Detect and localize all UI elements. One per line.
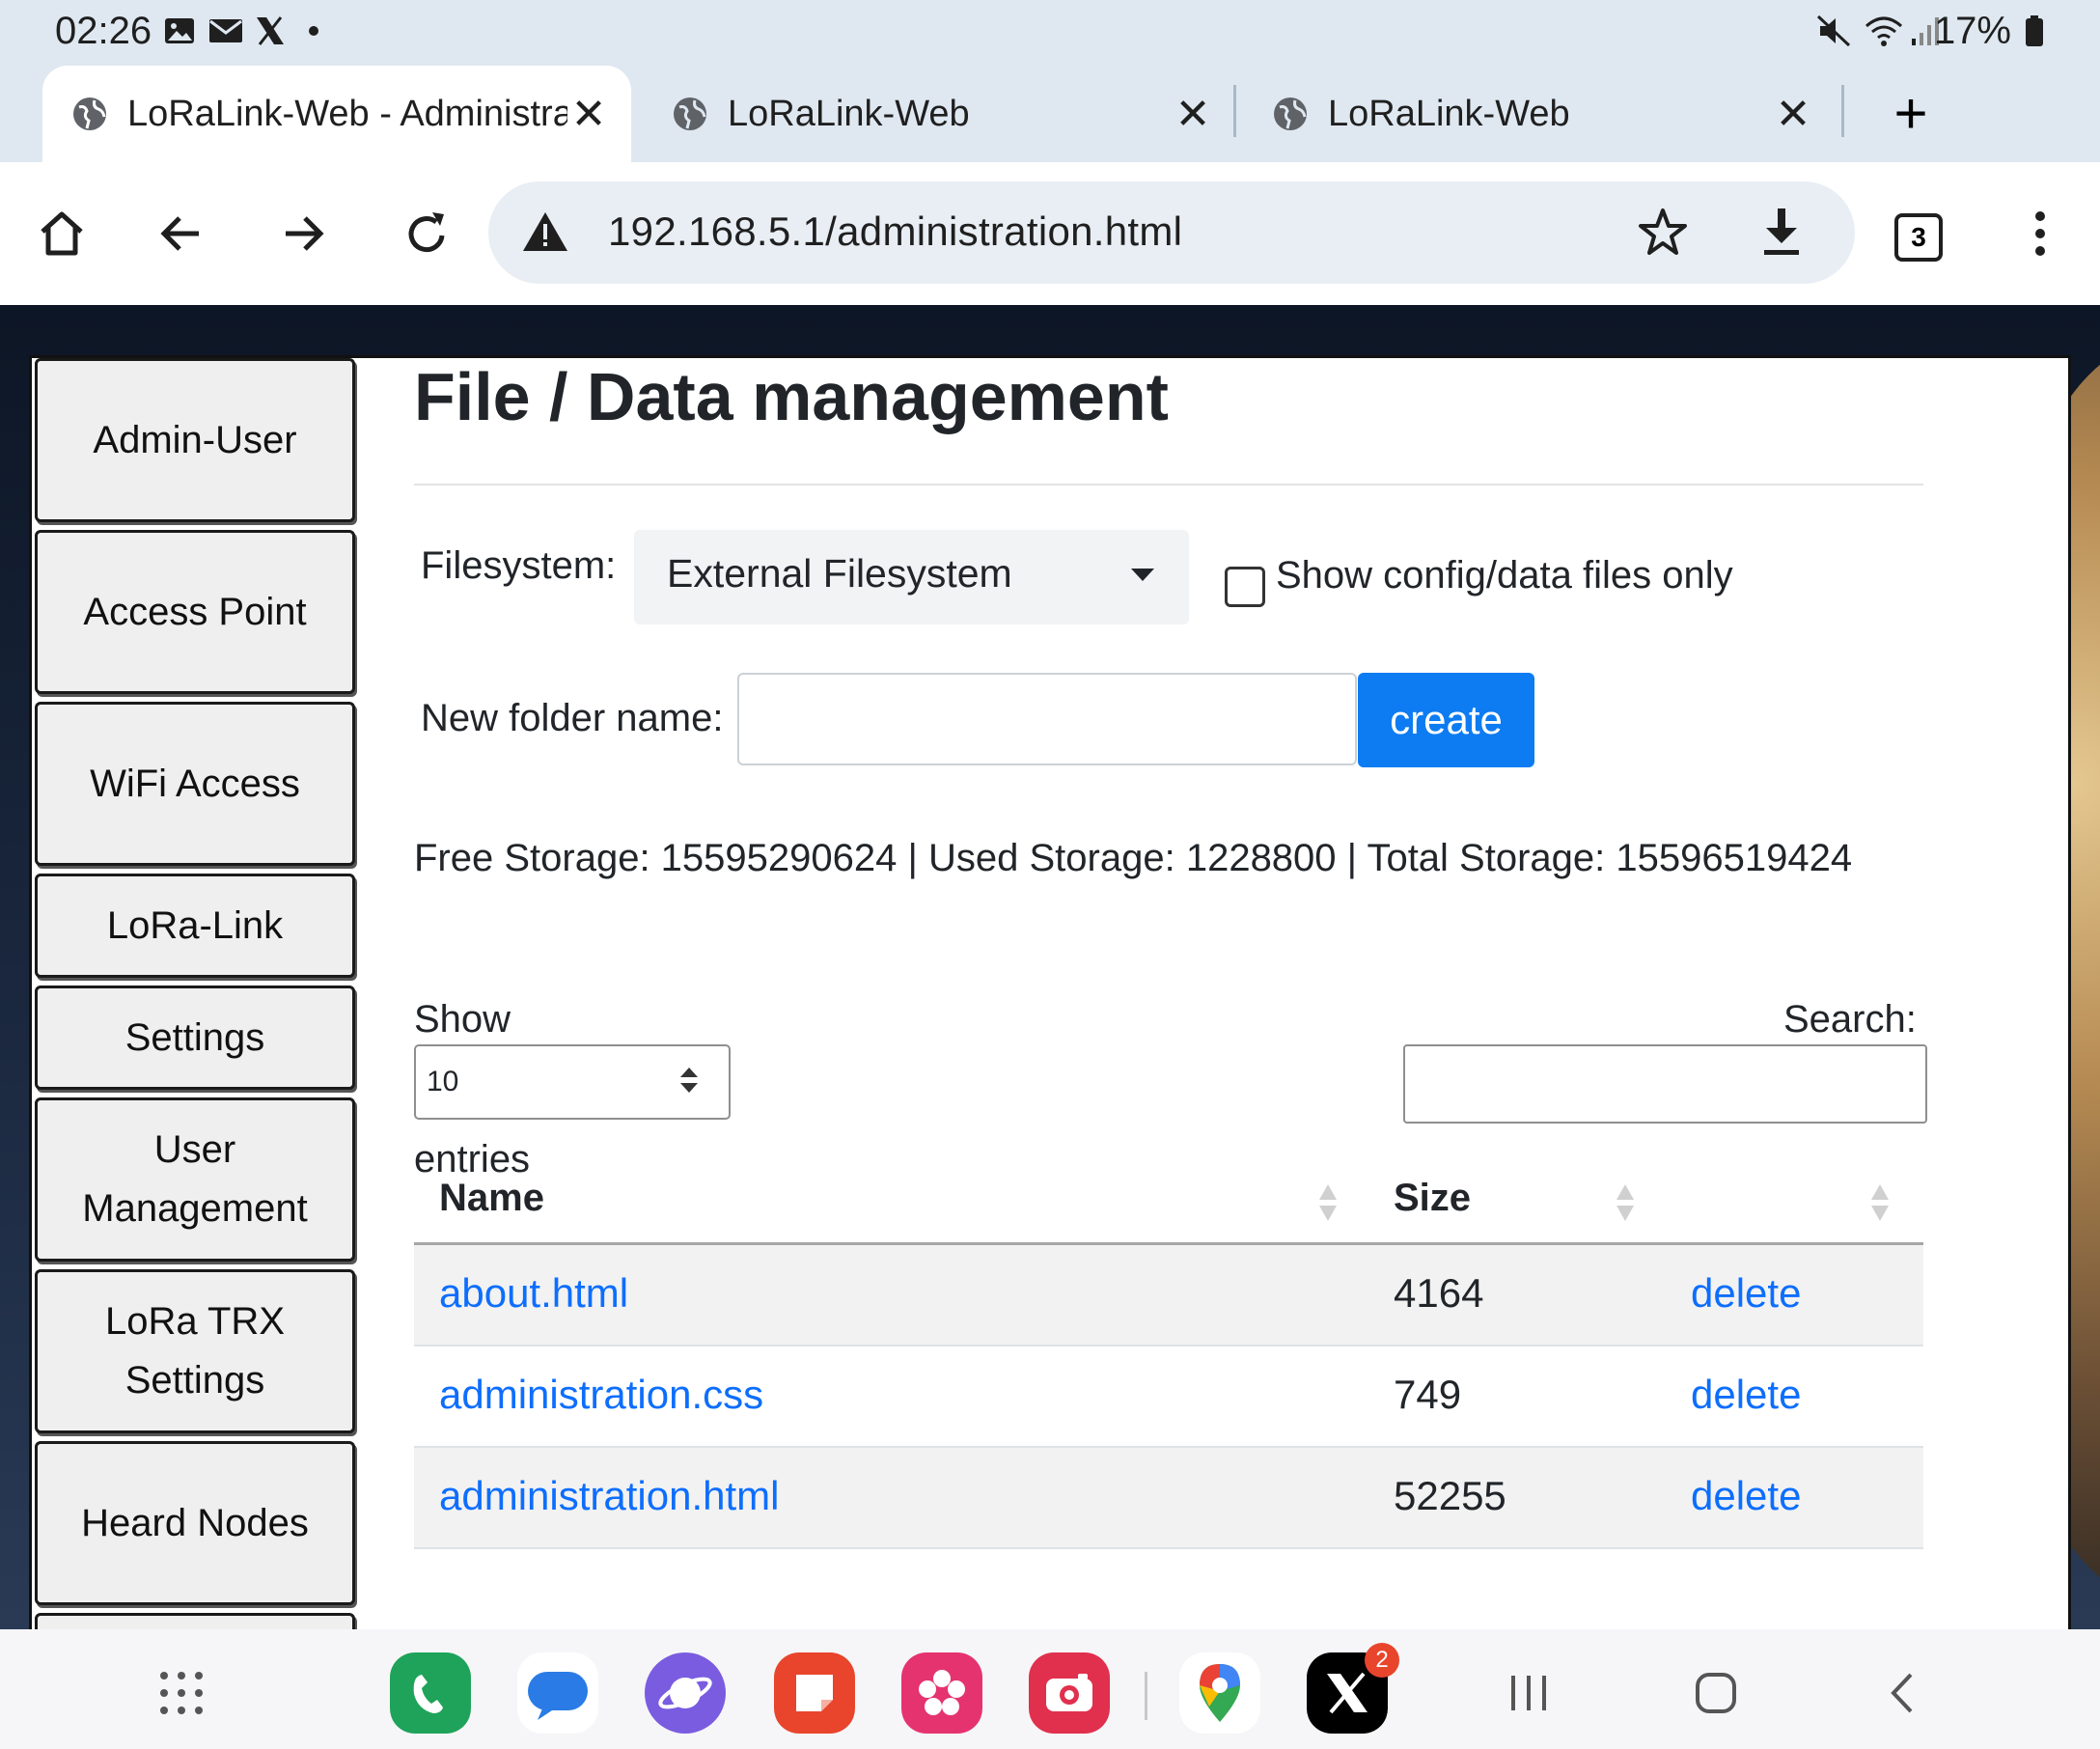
filesystem-select[interactable]: External Filesystem <box>634 530 1189 625</box>
page-frame: Admin-User Access Point WiFi Access LoRa… <box>29 355 2071 1629</box>
messages-app-icon[interactable] <box>517 1652 598 1734</box>
notification-badge: 2 <box>1365 1643 1399 1678</box>
filesystem-selected-value: External Filesystem <box>667 551 1012 596</box>
back-icon[interactable] <box>147 199 216 268</box>
status-bar: 02:26 17% <box>0 0 2100 66</box>
dock-divider <box>1145 1672 1147 1720</box>
status-time: 02:26 <box>55 10 152 52</box>
x-app-icon <box>253 12 288 50</box>
sort-icon[interactable] <box>1317 1180 1339 1230</box>
search-input[interactable] <box>1403 1044 1927 1124</box>
delete-link[interactable]: delete <box>1691 1270 1801 1317</box>
forward-icon[interactable] <box>268 199 338 268</box>
new-folder-input[interactable] <box>737 673 1357 765</box>
tab-administration[interactable]: LoRaLink-Web - Administration ✕ <box>42 66 631 162</box>
browser-toolbar: 192.168.5.1/administration.html 3 <box>0 162 2100 305</box>
close-icon[interactable]: ✕ <box>567 90 610 139</box>
nav-more[interactable] <box>35 1613 355 1629</box>
notes-app-icon[interactable] <box>774 1652 855 1734</box>
filesystem-label: Filesystem: <box>421 544 617 587</box>
table-row: administration.css 749 delete <box>414 1346 1923 1448</box>
recent-apps-icon[interactable] <box>1500 1664 1558 1722</box>
table-header: Name Size <box>414 1155 1923 1245</box>
search-label: Search: <box>1783 998 1917 1041</box>
page-title: File / Data management <box>414 359 1169 434</box>
tab-separator <box>1233 85 1236 137</box>
updown-arrows-icon <box>678 1066 700 1102</box>
download-icon[interactable] <box>1756 205 1807 264</box>
web-viewport: Admin-User Access Point WiFi Access LoRa… <box>0 305 2100 1629</box>
nav-wifi-access[interactable]: WiFi Access <box>35 702 355 866</box>
home-icon[interactable] <box>27 199 97 268</box>
file-size: 749 <box>1394 1372 1462 1417</box>
nav-settings[interactable]: Settings <box>35 986 355 1090</box>
nav-admin-user[interactable]: Admin-User <box>35 358 355 522</box>
tab-separator <box>1841 85 1844 137</box>
tab-title: LoRaLink-Web - Administration <box>127 93 567 134</box>
tab-title: LoRaLink-Web <box>1328 93 1570 134</box>
divider <box>414 484 1923 486</box>
navigation-bar: 2 <box>0 1629 2100 1749</box>
delete-link[interactable]: delete <box>1691 1372 1801 1418</box>
gallery-icon <box>162 12 197 50</box>
camera-app-icon[interactable] <box>1029 1652 1110 1734</box>
warning-icon[interactable] <box>521 210 569 258</box>
table-row: about.html 4164 delete <box>414 1245 1923 1346</box>
show-label: Show <box>414 998 511 1041</box>
samsung-internet-app-icon[interactable] <box>645 1652 726 1734</box>
config-only-checkbox[interactable] <box>1225 567 1265 607</box>
google-maps-app-icon[interactable] <box>1179 1652 1260 1734</box>
app-drawer-icon[interactable] <box>152 1664 210 1722</box>
phone-app-icon[interactable] <box>390 1652 471 1734</box>
table-row: administration.html 52255 delete <box>414 1448 1923 1549</box>
globe-icon <box>674 97 706 130</box>
new-tab-button[interactable]: + <box>1872 75 1949 153</box>
column-header-size[interactable]: Size <box>1394 1177 1471 1220</box>
file-size: 52255 <box>1394 1473 1506 1518</box>
nav-lora-link[interactable]: LoRa-Link <box>35 874 355 978</box>
close-icon[interactable]: ✕ <box>1772 90 1814 139</box>
wifi-icon <box>1863 12 1905 50</box>
new-folder-label: New folder name: <box>421 697 724 739</box>
globe-icon <box>73 97 106 130</box>
entries-per-page-select[interactable]: 10 <box>414 1044 731 1120</box>
tab-title: LoRaLink-Web <box>728 93 970 134</box>
nav-lora-trx-settings[interactable]: LoRa TRX Settings <box>35 1269 355 1433</box>
file-name-link[interactable]: administration.css <box>439 1372 763 1418</box>
nav-heard-nodes[interactable]: Heard Nodes <box>35 1441 355 1605</box>
dot-icon <box>307 12 320 50</box>
nav-user-management[interactable]: User Management <box>35 1097 355 1262</box>
tab-bar: LoRaLink-Web - Administration ✕ LoRaLink… <box>0 66 2100 162</box>
close-icon[interactable]: ✕ <box>1172 90 1214 139</box>
sort-icon[interactable] <box>1615 1180 1636 1230</box>
reload-icon[interactable] <box>392 199 461 268</box>
file-size: 4164 <box>1394 1270 1484 1316</box>
bixby-app-icon[interactable] <box>901 1652 982 1734</box>
file-name-link[interactable]: about.html <box>439 1270 628 1317</box>
battery-icon <box>2023 12 2046 50</box>
more-options-icon[interactable] <box>2005 199 2075 268</box>
config-only-label[interactable]: Show config/data files only <box>1276 554 1733 597</box>
column-header-name[interactable]: Name <box>439 1177 544 1220</box>
sort-icon[interactable] <box>1869 1180 1891 1230</box>
url-text[interactable]: 192.168.5.1/administration.html <box>608 208 1182 255</box>
mute-icon <box>1814 12 1853 50</box>
mail-icon <box>207 12 245 50</box>
battery-percentage: 17% <box>1933 10 2011 52</box>
tab-loralink-web[interactable]: LoRaLink-Web ✕ <box>643 66 1235 162</box>
delete-link[interactable]: delete <box>1691 1473 1801 1519</box>
chevron-down-icon <box>1131 569 1154 581</box>
tab-loralink-web-2[interactable]: LoRaLink-Web ✕ <box>1243 66 1836 162</box>
address-bar[interactable]: 192.168.5.1/administration.html <box>488 181 1855 284</box>
globe-icon <box>1274 97 1307 130</box>
entries-selected-value: 10 <box>427 1066 459 1097</box>
nav-access-point[interactable]: Access Point <box>35 530 355 694</box>
back-nav-icon[interactable] <box>1874 1664 1932 1722</box>
home-nav-icon[interactable] <box>1687 1664 1745 1722</box>
create-folder-button[interactable]: create <box>1358 673 1534 767</box>
storage-info: Free Storage: 15595290624 | Used Storage… <box>414 837 1853 879</box>
bookmark-star-icon[interactable] <box>1637 207 1689 264</box>
file-name-link[interactable]: administration.html <box>439 1473 779 1519</box>
tab-switcher-icon[interactable]: 3 <box>1894 213 1943 262</box>
